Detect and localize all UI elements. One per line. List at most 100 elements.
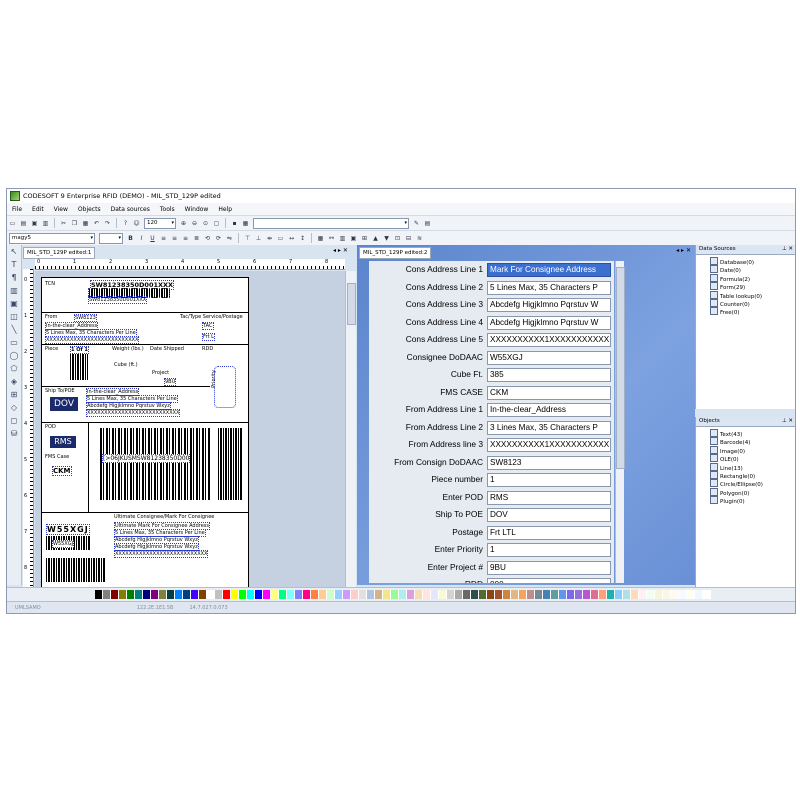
pod-value[interactable]: RMS xyxy=(50,436,76,448)
form-field-input[interactable]: SW8123 xyxy=(487,455,611,470)
underline-icon[interactable]: U xyxy=(148,234,157,243)
shape-tool-icon[interactable]: ◻ xyxy=(9,416,19,426)
link-icon[interactable]: ⚯ xyxy=(327,234,336,243)
label-canvas[interactable]: TCN SW81238350D001XXX SW81238350D001XXX … xyxy=(35,271,345,593)
paste-icon[interactable]: ▦ xyxy=(81,219,90,228)
tree-item[interactable]: Rectangle(0) xyxy=(696,470,795,480)
rfid-tool-icon[interactable]: ◈ xyxy=(9,377,19,387)
tree-item[interactable]: Counter(0) xyxy=(696,298,795,308)
color-swatch[interactable] xyxy=(575,590,583,599)
form-field-input[interactable]: 1 xyxy=(487,543,611,557)
color-swatch[interactable] xyxy=(671,590,679,599)
color-swatch[interactable] xyxy=(335,590,343,599)
color-swatch[interactable] xyxy=(215,590,223,599)
align-right-icon[interactable]: ≡ xyxy=(181,234,190,243)
color-swatch[interactable] xyxy=(431,590,439,599)
tree-item[interactable]: Date(0) xyxy=(696,265,795,274)
color-swatch[interactable] xyxy=(303,590,311,599)
consignee-text[interactable]: W55XGJ xyxy=(52,540,75,548)
color-swatch[interactable] xyxy=(663,590,671,599)
menu-objects[interactable]: Objects xyxy=(73,206,106,213)
color-swatch[interactable] xyxy=(623,590,631,599)
color-swatch[interactable] xyxy=(223,590,231,599)
color-swatch[interactable] xyxy=(191,590,199,599)
ship-to-value[interactable]: DOV xyxy=(50,397,78,411)
image-tool-icon[interactable]: ▣ xyxy=(9,299,19,309)
form-field-input[interactable]: 3 Lines Max, 35 Characters P xyxy=(487,420,611,435)
color-swatch[interactable] xyxy=(519,590,527,599)
color-swatch[interactable] xyxy=(119,590,127,599)
color-swatch[interactable] xyxy=(199,590,207,599)
text-tool-icon[interactable]: T xyxy=(9,260,19,270)
color-swatch[interactable] xyxy=(463,590,471,599)
ungroup-icon[interactable]: ⊟ xyxy=(404,234,413,243)
menu-edit[interactable]: Edit xyxy=(27,206,49,213)
color-swatch[interactable] xyxy=(231,590,239,599)
menu-file[interactable]: File xyxy=(7,206,27,213)
color-swatch[interactable] xyxy=(295,590,303,599)
form-field-input[interactable]: Abcdefg Higjklmno Pqrstuv W xyxy=(487,315,611,330)
color-swatch[interactable] xyxy=(543,590,551,599)
form-close-icon[interactable]: ◂ ▸ ✕ xyxy=(676,247,691,254)
color-swatch[interactable] xyxy=(495,590,503,599)
form-field-input[interactable]: Mark For Consignee Address xyxy=(487,263,611,277)
color-swatch[interactable] xyxy=(703,590,711,599)
color-swatch[interactable] xyxy=(407,590,415,599)
form-field-input[interactable]: 000 xyxy=(487,578,611,583)
form-field-input[interactable]: 5 Lines Max, 35 Characters P xyxy=(487,280,611,295)
tree-item[interactable]: Image(0) xyxy=(696,445,795,455)
toolbox-icon[interactable]: ▦ xyxy=(316,234,325,243)
tree-item[interactable]: Free(0) xyxy=(696,307,795,316)
ellipse-tool-icon[interactable]: ◯ xyxy=(9,351,19,361)
italic-icon[interactable]: I xyxy=(137,234,146,243)
tab-document-design[interactable]: MIL_STD_129P edited:1 xyxy=(23,247,96,259)
color-swatch[interactable] xyxy=(399,590,407,599)
same-size-icon[interactable]: ▭ xyxy=(276,234,285,243)
color-swatch[interactable] xyxy=(487,590,495,599)
database-tool-icon[interactable]: ⛁ xyxy=(9,429,19,439)
form-field-input[interactable]: In-the-clear_Address xyxy=(487,403,611,417)
color-swatch[interactable] xyxy=(287,590,295,599)
tac-value[interactable]: TAC xyxy=(202,322,214,330)
color-swatch[interactable] xyxy=(647,590,655,599)
color-swatch[interactable] xyxy=(527,590,535,599)
shipping-label[interactable]: TCN SW81238350D001XXX SW81238350D001XXX … xyxy=(41,277,249,593)
mirror-icon[interactable]: ⇋ xyxy=(225,234,234,243)
piece-barcode[interactable] xyxy=(70,354,88,380)
color-swatch[interactable] xyxy=(439,590,447,599)
color-swatch[interactable] xyxy=(535,590,543,599)
consignee-code[interactable]: W55XGJ xyxy=(46,524,90,535)
form-field-input[interactable]: 385 xyxy=(487,368,611,382)
chart-icon[interactable]: ▥ xyxy=(338,234,347,243)
form-scrollbar[interactable] xyxy=(615,261,625,583)
group-icon[interactable]: ⊡ xyxy=(393,234,402,243)
tree-item[interactable]: Text(43) xyxy=(696,429,795,438)
piece-value[interactable]: 1 Of 1 xyxy=(70,346,89,354)
color-swatch[interactable] xyxy=(607,590,615,599)
barcode-tool-icon[interactable]: ▥ xyxy=(9,286,19,296)
front-icon[interactable]: ▲ xyxy=(371,234,380,243)
color-swatch[interactable] xyxy=(479,590,487,599)
zoom-select[interactable]: 120 ▾ xyxy=(144,217,176,229)
color-swatch[interactable] xyxy=(455,590,463,599)
users-icon[interactable]: ☺ xyxy=(132,219,141,228)
color-swatch[interactable] xyxy=(383,590,391,599)
scroll-thumb[interactable] xyxy=(347,283,356,325)
color-swatch[interactable] xyxy=(263,590,271,599)
color-swatch[interactable] xyxy=(279,590,287,599)
pin-icon[interactable]: ⊥ ✕ xyxy=(782,417,793,426)
align-bottom-icon[interactable]: ⊥ xyxy=(254,234,263,243)
undo-icon[interactable]: ↶ xyxy=(92,219,101,228)
pin-icon[interactable]: ⊥ ✕ xyxy=(782,245,793,254)
color-swatch[interactable] xyxy=(103,590,111,599)
color-swatch[interactable] xyxy=(175,590,183,599)
form-field-input[interactable]: CKM xyxy=(487,385,611,400)
consignee-address-5[interactable]: XXXXXXXXXXXXXXXXXXXXXXXXXXX xyxy=(114,550,209,558)
same-height-icon[interactable]: ↕ xyxy=(298,234,307,243)
color-swatch[interactable] xyxy=(375,590,383,599)
rotate-right-icon[interactable]: ⟳ xyxy=(214,234,223,243)
color-swatch[interactable] xyxy=(367,590,375,599)
color-swatch[interactable] xyxy=(655,590,663,599)
new-icon[interactable]: ▭ xyxy=(8,219,17,228)
color-swatch[interactable] xyxy=(255,590,263,599)
